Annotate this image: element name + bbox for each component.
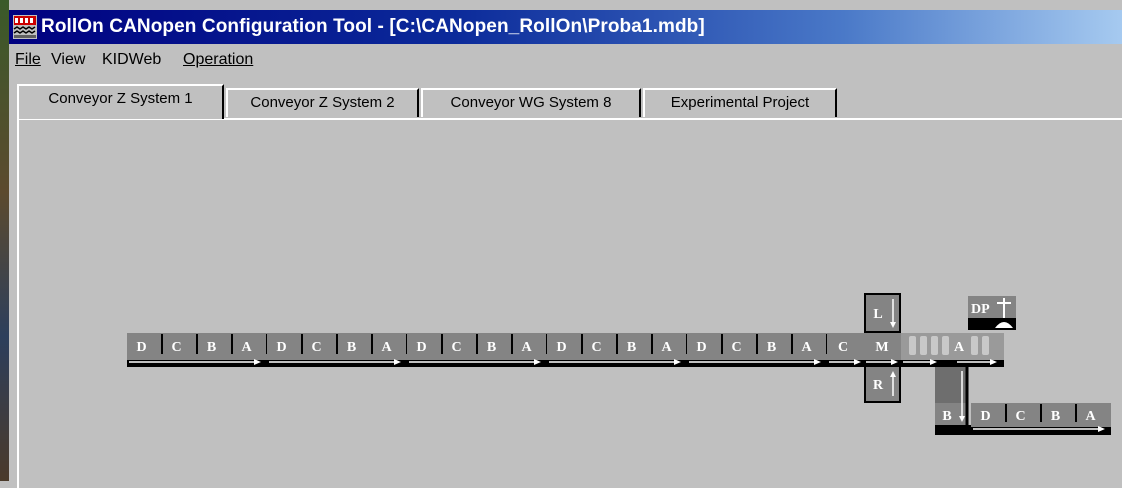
- segment-label: C: [451, 340, 461, 355]
- segment-label: D: [980, 409, 990, 424]
- roller-icon: [942, 336, 949, 355]
- segment-label: DP: [971, 302, 990, 317]
- segment-label: A: [661, 340, 672, 355]
- segment-label: C: [591, 340, 601, 355]
- segment-label: A: [381, 340, 392, 355]
- roller-icon: [920, 336, 927, 355]
- segment-label: A: [1085, 409, 1096, 424]
- roller-icon: [982, 336, 989, 355]
- segment-label: C: [731, 340, 741, 355]
- segment-label: A: [954, 340, 965, 355]
- segment-label: C: [838, 340, 848, 355]
- roller-section-base: [901, 360, 1004, 367]
- segment-label: B: [487, 340, 496, 355]
- segment-label: A: [241, 340, 252, 355]
- segment-label: B: [207, 340, 216, 355]
- app-window: RollOn CANopen Configuration Tool - [C:\…: [9, 0, 1122, 488]
- segment-label: D: [276, 340, 286, 355]
- segment-label: B: [1051, 409, 1060, 424]
- tab-conveyor-z-system-1[interactable]: Conveyor Z System 1: [17, 84, 224, 119]
- branch-module-base: [971, 427, 1111, 435]
- segment-label: D: [416, 340, 426, 355]
- segment-label: R: [873, 378, 884, 393]
- module-base: [547, 360, 687, 367]
- segment-label: D: [556, 340, 566, 355]
- segment-label: D: [696, 340, 706, 355]
- segment-label: B: [942, 409, 951, 424]
- segment-label: C: [311, 340, 321, 355]
- module-base: [127, 360, 267, 367]
- module-base: [407, 360, 547, 367]
- segment-label: D: [136, 340, 146, 355]
- roller-icon: [971, 336, 978, 355]
- tab-label: Conveyor Z System 1: [48, 90, 193, 107]
- segment-label: B: [767, 340, 776, 355]
- desktop-edge: [0, 0, 9, 481]
- roller-icon: [909, 336, 916, 355]
- segment-label: B: [347, 340, 356, 355]
- segment-label: C: [171, 340, 181, 355]
- segment-label: A: [521, 340, 532, 355]
- roller-icon: [931, 336, 938, 355]
- conveyor-diagram: D C B A D C B A D C B A D C B A D C B A C L M R A DP B D C B A: [127, 293, 1111, 435]
- module-base: [687, 360, 827, 367]
- segment-label: A: [801, 340, 812, 355]
- module-base: [267, 360, 407, 367]
- segment-label: B: [627, 340, 636, 355]
- segment-label: M: [875, 340, 888, 355]
- segment-label: C: [1015, 409, 1025, 424]
- segment-label: L: [873, 307, 882, 322]
